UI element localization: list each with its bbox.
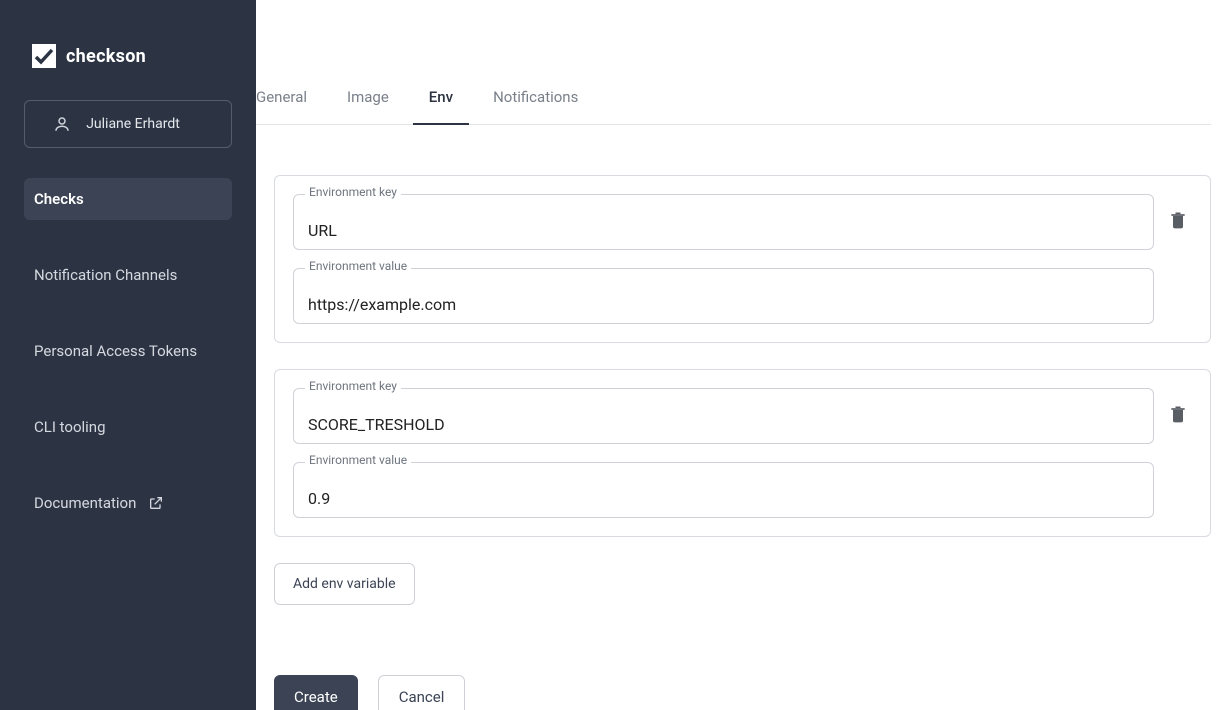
tab-image[interactable]: Image (347, 88, 389, 124)
user-name: Juliane Erhardt (86, 116, 180, 132)
env-value-field: Environment value (293, 462, 1154, 518)
env-value-label: Environment value (305, 259, 411, 273)
tab-env[interactable]: Env (429, 88, 453, 124)
env-key-input[interactable] (293, 388, 1154, 444)
create-button[interactable]: Create (274, 675, 358, 710)
env-value-label: Environment value (305, 453, 411, 467)
delete-env-row-button[interactable] (1164, 194, 1192, 234)
form-footer: Create Cancel (274, 675, 1211, 710)
env-form: Environment key Environment value Enviro… (256, 125, 1229, 710)
delete-env-row-button[interactable] (1164, 388, 1192, 428)
sidebar-item-documentation[interactable]: Documentation (24, 482, 232, 524)
cancel-button[interactable]: Cancel (378, 675, 466, 710)
sidebar-item-checks[interactable]: Checks (24, 178, 232, 220)
external-link-icon (148, 495, 164, 511)
env-key-label: Environment key (305, 379, 401, 393)
env-row: Environment key Environment value (274, 175, 1211, 343)
sidebar-nav: Checks Notification Channels Personal Ac… (0, 178, 256, 524)
env-key-input[interactable] (293, 194, 1154, 250)
add-env-variable-button[interactable]: Add env variable (274, 563, 415, 605)
sidebar-item-notification-channels[interactable]: Notification Channels (24, 254, 232, 296)
env-value-input[interactable] (293, 268, 1154, 324)
sidebar: checkson Juliane Erhardt Checks Notifica… (0, 0, 256, 710)
logo-icon (32, 44, 56, 68)
tab-notifications[interactable]: Notifications (493, 88, 578, 124)
env-value-field: Environment value (293, 268, 1154, 324)
env-value-input[interactable] (293, 462, 1154, 518)
person-icon (52, 114, 72, 134)
env-row: Environment key Environment value (274, 369, 1211, 537)
env-key-field: Environment key (293, 194, 1154, 250)
main-content: General Image Env Notifications Environm… (256, 0, 1229, 710)
trash-icon (1168, 210, 1188, 234)
tab-bar: General Image Env Notifications (256, 0, 1211, 125)
user-menu[interactable]: Juliane Erhardt (24, 100, 232, 148)
brand-logo: checkson (0, 0, 256, 100)
tab-general[interactable]: General (256, 88, 307, 124)
trash-icon (1168, 404, 1188, 428)
sidebar-item-personal-access-tokens[interactable]: Personal Access Tokens (24, 330, 232, 372)
brand-name: checkson (66, 46, 146, 67)
env-key-field: Environment key (293, 388, 1154, 444)
sidebar-item-cli-tooling[interactable]: CLI tooling (24, 406, 232, 448)
env-key-label: Environment key (305, 185, 401, 199)
